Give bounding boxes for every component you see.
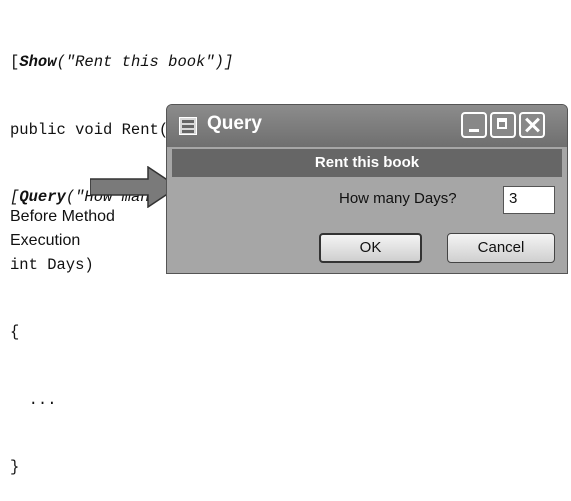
days-input[interactable]: 3: [503, 186, 555, 214]
code-line-show-attribute: [Show("Rent this book")]: [10, 53, 234, 71]
maximize-icon[interactable]: [490, 112, 516, 138]
caption-line-1: Before Method: [10, 208, 115, 225]
ok-button[interactable]: OK: [319, 233, 422, 263]
query-dialog: Query Rent this book How many Days? 3 OK…: [166, 104, 568, 274]
form-icon: [179, 117, 197, 135]
cancel-button[interactable]: Cancel: [447, 233, 555, 263]
arrow-caption: Before Method Execution: [10, 205, 115, 253]
window-title: Query: [207, 113, 262, 134]
caption-line-2: Execution: [10, 232, 81, 249]
dialog-banner: Rent this book: [172, 149, 562, 177]
title-bar[interactable]: Query: [167, 105, 567, 147]
days-prompt-label: How many Days?: [339, 190, 457, 207]
minimize-icon[interactable]: [461, 112, 487, 138]
code-line-ellipsis: ...: [10, 390, 57, 409]
code-line-open-brace: {: [10, 323, 20, 341]
show-keyword: Show: [19, 53, 57, 71]
close-icon[interactable]: [519, 112, 545, 138]
query-keyword: Query: [19, 188, 66, 206]
code-line-close-brace: }: [10, 458, 20, 476]
